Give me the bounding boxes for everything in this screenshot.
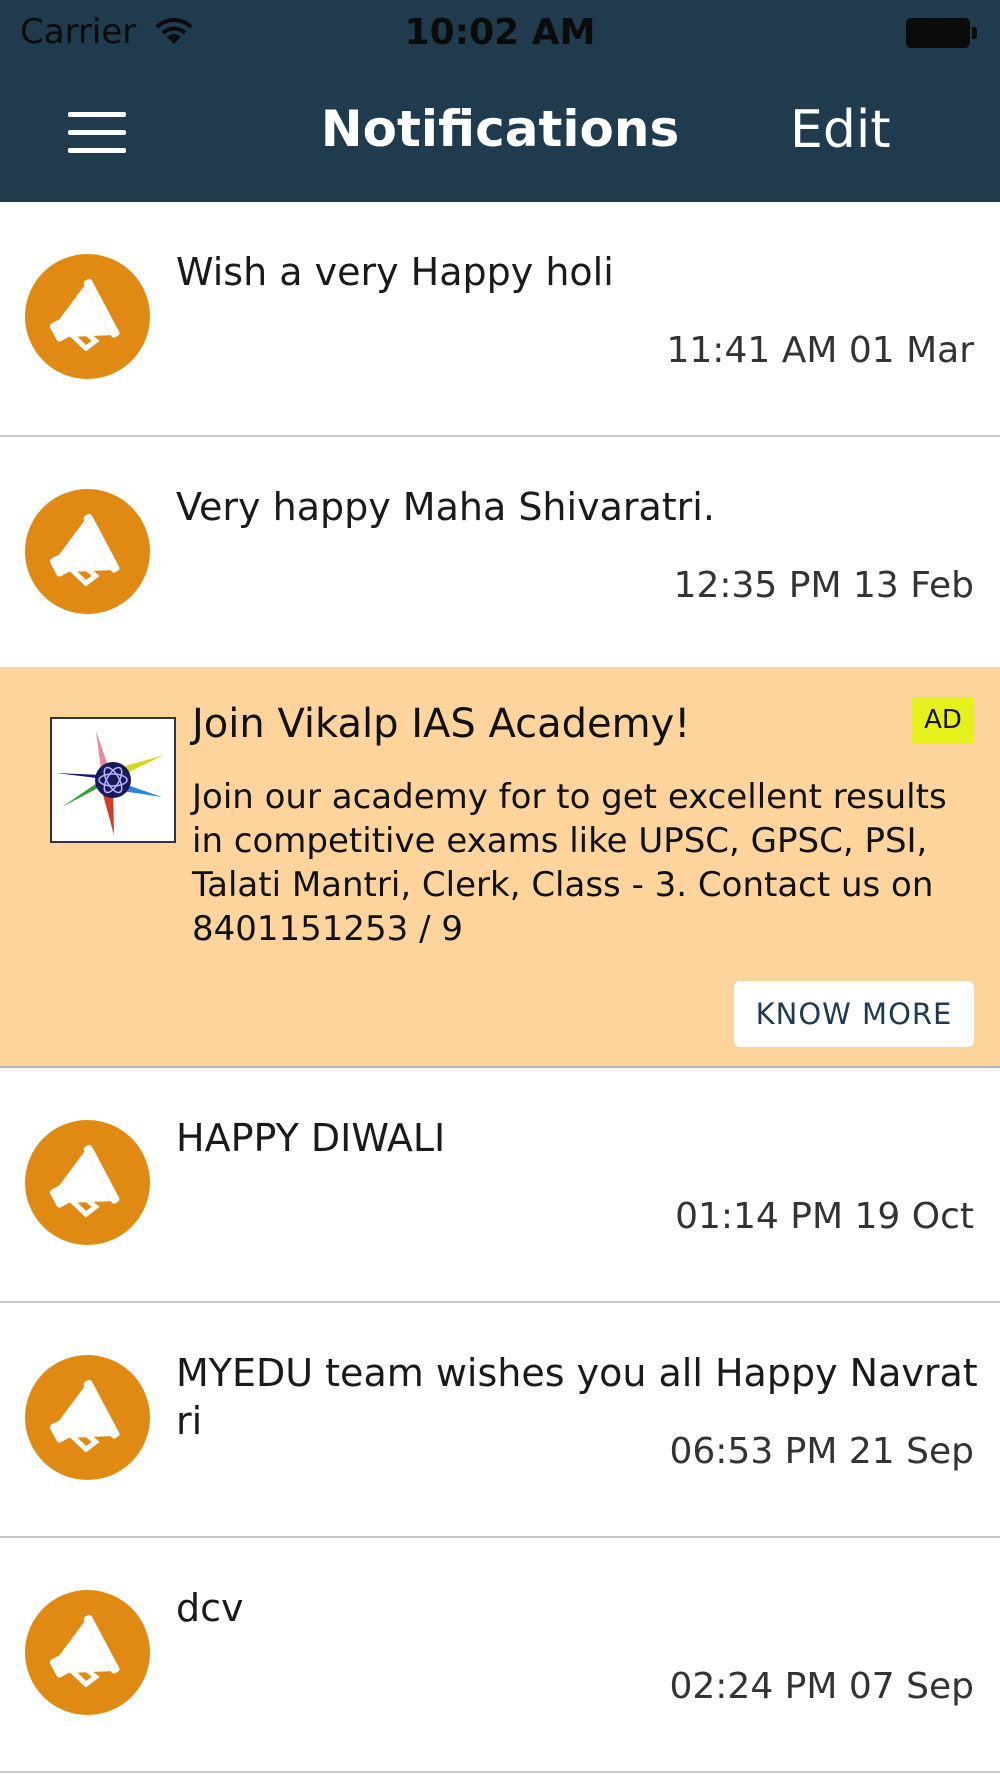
notification-time: 11:41 AM 01 Mar xyxy=(666,330,975,371)
know-more-button[interactable]: KNOW MORE xyxy=(734,981,974,1047)
avatar xyxy=(25,1590,150,1715)
notification-time: 01:14 PM 19 Oct xyxy=(675,1196,974,1237)
ad-title: Join Vikalp IAS Academy! xyxy=(192,701,691,747)
star-logo-icon xyxy=(56,731,164,835)
megaphone-icon xyxy=(49,1379,120,1453)
notification-text: dcv xyxy=(176,1586,244,1630)
notification-time: 12:35 PM 13 Feb xyxy=(673,565,974,606)
notification-time: 06:53 PM 21 Sep xyxy=(669,1431,974,1472)
battery-tip xyxy=(972,27,977,39)
academy-logo xyxy=(50,717,176,843)
avatar xyxy=(25,254,150,379)
megaphone-icon xyxy=(49,513,120,587)
notification-row[interactable]: MYEDU team wishes you all Happy Navratri… xyxy=(0,1303,1000,1538)
battery-icon xyxy=(906,18,977,48)
notification-row[interactable]: Wish a very Happy holi 11:41 AM 01 Mar xyxy=(0,202,1000,437)
notification-text: Wish a very Happy holi xyxy=(176,250,614,294)
notification-row[interactable]: Very happy Maha Shivaratri. 12:35 PM 13 … xyxy=(0,437,1000,672)
notification-text: HAPPY DIWALI xyxy=(176,1116,446,1160)
ad-body: Join our academy for to get excellent re… xyxy=(192,777,947,949)
status-time: 10:02 AM xyxy=(404,12,596,53)
battery-body xyxy=(906,18,970,48)
avatar xyxy=(25,489,150,614)
notification-text: Very happy Maha Shivaratri. xyxy=(176,485,715,529)
edit-button[interactable]: Edit xyxy=(790,100,891,160)
megaphone-icon xyxy=(49,1144,120,1218)
notification-row[interactable]: HAPPY DIWALI 01:14 PM 19 Oct xyxy=(0,1068,1000,1303)
ad-banner[interactable]: Join Vikalp IAS Academy! AD Join our aca… xyxy=(0,667,1000,1068)
avatar xyxy=(25,1355,150,1480)
notification-time: 02:24 PM 07 Sep xyxy=(669,1666,974,1707)
megaphone-icon xyxy=(49,278,120,352)
avatar xyxy=(25,1120,150,1245)
top-bar: Carrier 10:02 AM Notifications Edit xyxy=(0,0,1000,202)
megaphone-icon xyxy=(49,1614,120,1688)
notification-row[interactable]: dcv 02:24 PM 07 Sep xyxy=(0,1538,1000,1773)
ad-badge: AD xyxy=(912,697,974,743)
